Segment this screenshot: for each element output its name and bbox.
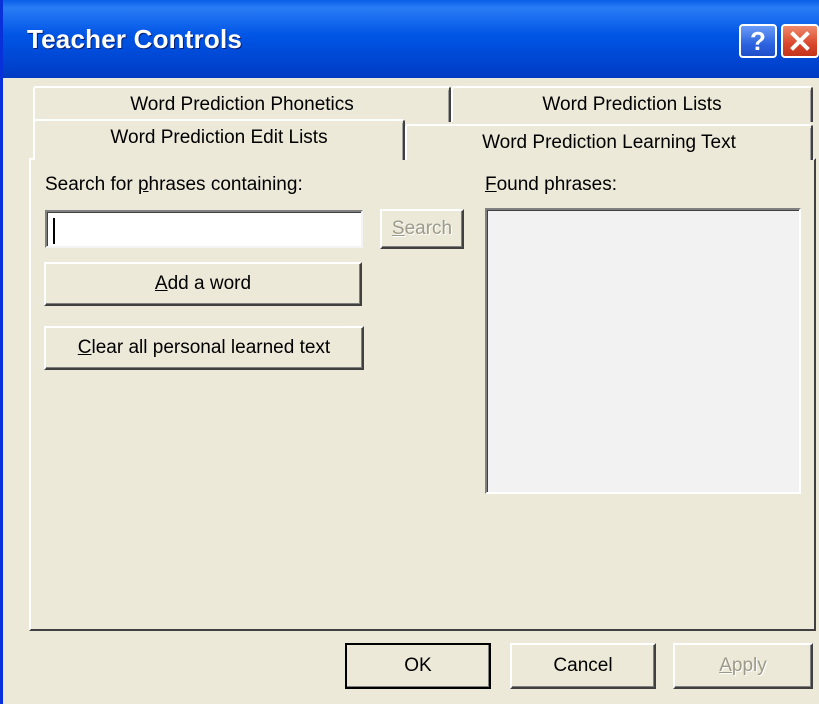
tab-label: Word Prediction Lists [542, 94, 722, 115]
question-mark-icon: ? [750, 25, 766, 56]
tab-word-prediction-phonetics[interactable]: Word Prediction Phonetics [33, 86, 451, 122]
search-button[interactable]: Search [380, 209, 464, 249]
tab-word-prediction-learning-text[interactable]: Word Prediction Learning Text [405, 124, 813, 160]
clear-learned-text-button[interactable]: Clear all personal learned text [44, 326, 364, 370]
tab-word-prediction-edit-lists[interactable]: Word Prediction Edit Lists [33, 119, 405, 160]
cancel-button[interactable]: Cancel [510, 643, 656, 689]
close-button[interactable] [781, 24, 819, 58]
close-icon [790, 31, 810, 51]
teacher-controls-dialog: Teacher Controls ? Word Prediction Phone… [0, 0, 819, 704]
title-bar[interactable]: Teacher Controls ? [3, 0, 819, 78]
search-label: Search for phrases containing: [45, 174, 303, 195]
tab-label: Word Prediction Phonetics [130, 94, 354, 115]
add-word-button[interactable]: Add a word [44, 262, 362, 306]
tab-word-prediction-lists[interactable]: Word Prediction Lists [451, 86, 813, 122]
search-input[interactable] [45, 210, 363, 248]
text-caret [53, 218, 55, 244]
help-button[interactable]: ? [739, 24, 777, 58]
tab-panel-edit-lists: Search for phrases containing: Search Ad… [29, 158, 816, 631]
ok-button[interactable]: OK [345, 643, 491, 689]
tab-label: Word Prediction Learning Text [482, 132, 736, 153]
apply-button[interactable]: Apply [673, 643, 813, 689]
found-phrases-list[interactable] [485, 208, 801, 494]
window-title: Teacher Controls [27, 24, 243, 54]
found-phrases-label: Found phrases: [485, 174, 618, 195]
tab-label: Word Prediction Edit Lists [110, 127, 328, 148]
